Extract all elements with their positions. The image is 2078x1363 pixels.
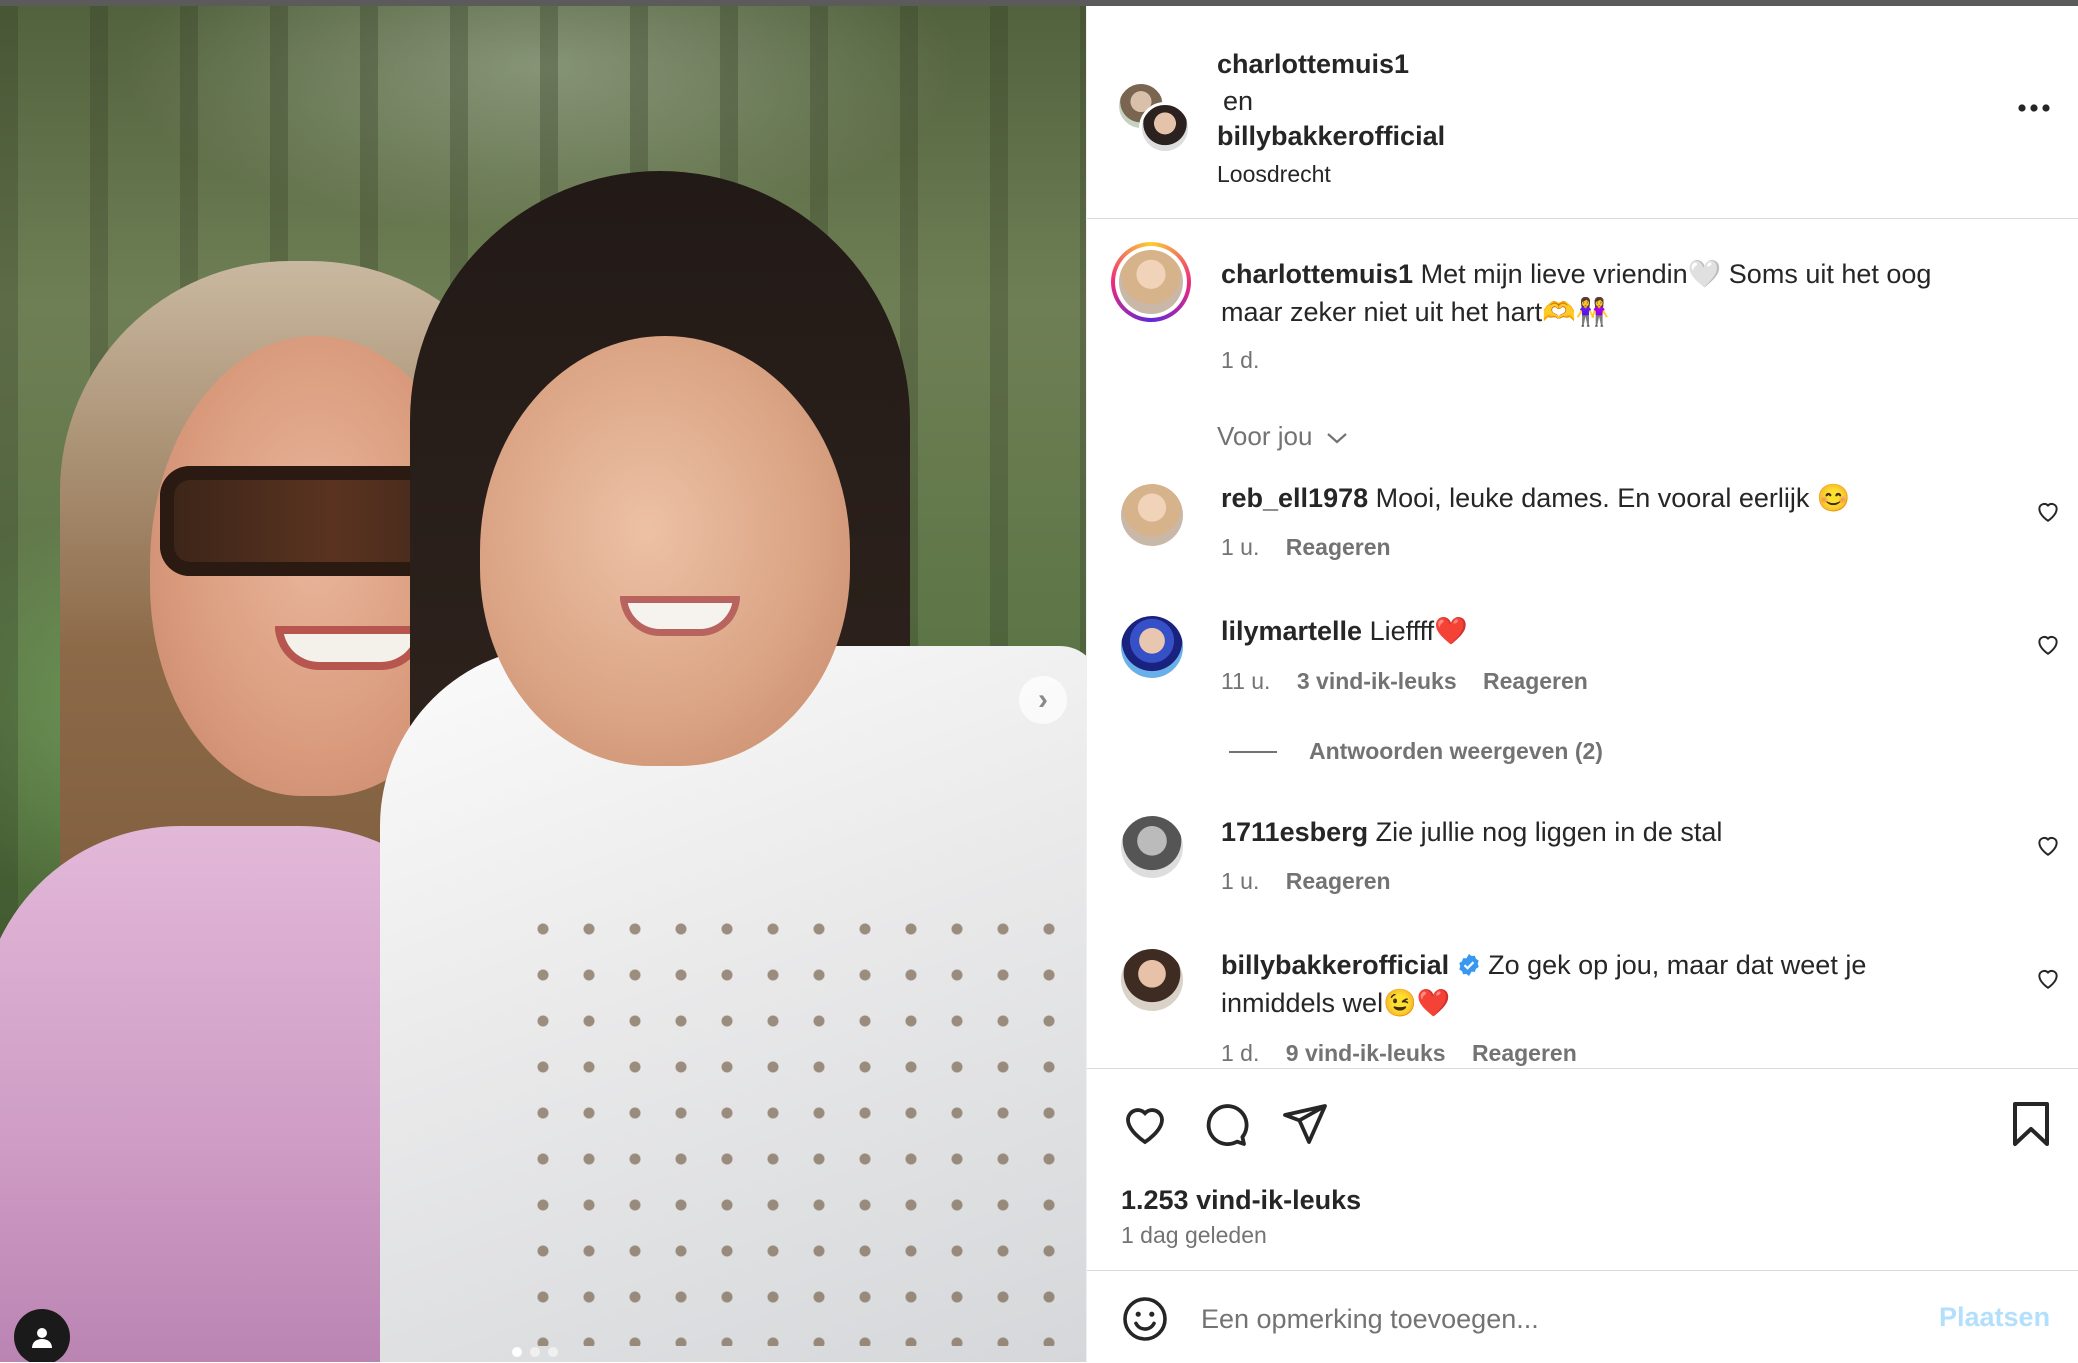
post-header: charlottemuis1 en billybakkerofficial Lo… xyxy=(1087,6,2078,219)
comment-input[interactable] xyxy=(1199,1293,1903,1345)
comment-time: 1 u. xyxy=(1221,868,1260,894)
comment-like-icon[interactable] xyxy=(2035,832,2061,858)
collaborator-avatar[interactable] xyxy=(1139,102,1191,154)
comment-like-icon[interactable] xyxy=(2035,965,2061,991)
comment-username[interactable]: lilymartelle xyxy=(1221,616,1362,646)
tagged-users-button[interactable] xyxy=(14,1309,70,1362)
comment-time: 1 d. xyxy=(1221,1040,1260,1066)
carousel-dot xyxy=(512,1347,522,1357)
comment-text: Zie jullie nog liggen in de stal xyxy=(1375,817,1723,847)
verified-badge-icon xyxy=(1458,954,1479,976)
collaborator-username[interactable]: billybakkerofficial xyxy=(1217,118,1445,155)
comment-text-line-2: inmiddels wel😉❤️ xyxy=(1221,988,1451,1018)
woman-right-face xyxy=(480,336,850,766)
carousel-dot xyxy=(530,1347,540,1357)
and-connector: en xyxy=(1223,86,1254,116)
post-comment-button[interactable]: Plaatsen xyxy=(1939,1299,2050,1336)
reply-button[interactable]: Reageren xyxy=(1286,534,1391,560)
comment-username[interactable]: billybakkerofficial xyxy=(1221,950,1449,980)
author-username[interactable]: charlottemuis1 xyxy=(1217,46,1409,83)
comment-time: 11 u. xyxy=(1221,668,1271,694)
comments-list: reb_ell1978 Mooi, leuke dames. En vooral… xyxy=(1087,218,2078,1068)
comment-avatar[interactable] xyxy=(1121,484,1183,546)
comment-body: lilymartelle Lieffff❤️ xyxy=(1221,613,1468,650)
send-icon[interactable] xyxy=(1281,1100,1329,1148)
more-horizontal-icon[interactable] xyxy=(2017,102,2051,114)
comment-composer: Plaatsen xyxy=(1087,1270,2078,1363)
heart-icon[interactable] xyxy=(1121,1100,1169,1148)
bookmark-icon[interactable] xyxy=(2009,1100,2053,1148)
comment-text: Lieffff❤️ xyxy=(1369,616,1468,646)
reply-button[interactable]: Reageren xyxy=(1286,868,1391,894)
comment-likes-count[interactable]: 9 vind-ik-leuks xyxy=(1286,1040,1446,1066)
replies-divider xyxy=(1229,751,1277,753)
view-replies-button[interactable]: Antwoorden weergeven (2) xyxy=(1309,738,1603,765)
comment-avatar[interactable] xyxy=(1121,949,1183,1011)
reply-button[interactable]: Reageren xyxy=(1483,668,1588,694)
comment-text: Zo gek op jou, maar dat weet je xyxy=(1488,950,1867,980)
post-date: 1 dag geleden xyxy=(1121,1222,1267,1248)
comment-username[interactable]: reb_ell1978 xyxy=(1221,483,1368,513)
post-photo: › xyxy=(0,6,1086,1362)
carousel-dots xyxy=(512,1347,558,1357)
comment-icon[interactable] xyxy=(1201,1100,1249,1148)
comment-text: Mooi, leuke dames. En vooral eerlijk 😊 xyxy=(1375,483,1851,513)
comment-meta: 1 d. 9 vind-ik-leuks Reageren xyxy=(1221,1040,1577,1067)
comment-username[interactable]: 1711esberg xyxy=(1221,817,1368,847)
comment-like-icon[interactable] xyxy=(2035,498,2061,524)
post-location[interactable]: Loosdrecht xyxy=(1217,156,1331,193)
post-actions: 1.253 vind-ik-leuks 1 dag geleden xyxy=(1087,1068,2078,1279)
smiley-icon[interactable] xyxy=(1121,1295,1169,1343)
jacket-studs xyxy=(520,906,1080,1346)
comment-meta: 1 u. Reageren xyxy=(1221,534,1391,561)
comment-body: 1711esberg Zie jullie nog liggen in de s… xyxy=(1221,814,1722,851)
comment-likes-count[interactable]: 3 vind-ik-leuks xyxy=(1297,668,1457,694)
post-details-panel: charlottemuis1 en billybakkerofficial Lo… xyxy=(1086,6,2078,1362)
comment-meta: 11 u. 3 vind-ik-leuks Reageren xyxy=(1221,668,1588,695)
woman-left-smile xyxy=(275,626,425,670)
comment-avatar[interactable] xyxy=(1121,816,1183,878)
carousel-dot xyxy=(548,1347,558,1357)
comment-like-icon[interactable] xyxy=(2035,631,2061,657)
chevron-right-icon: › xyxy=(1038,683,1048,716)
comment-avatar[interactable] xyxy=(1121,616,1183,678)
likes-count[interactable]: 1.253 vind-ik-leuks xyxy=(1121,1182,1361,1219)
comment-body: reb_ell1978 Mooi, leuke dames. En vooral… xyxy=(1221,480,1850,517)
comment-time: 1 u. xyxy=(1221,534,1260,560)
user-icon xyxy=(32,1328,52,1348)
reply-button[interactable]: Reageren xyxy=(1472,1040,1577,1066)
comment-meta: 1 u. Reageren xyxy=(1221,868,1391,895)
comment-body: billybakkerofficial Zo gek op jou, maar … xyxy=(1221,947,1866,984)
carousel-next-button[interactable]: › xyxy=(1019,676,1067,724)
